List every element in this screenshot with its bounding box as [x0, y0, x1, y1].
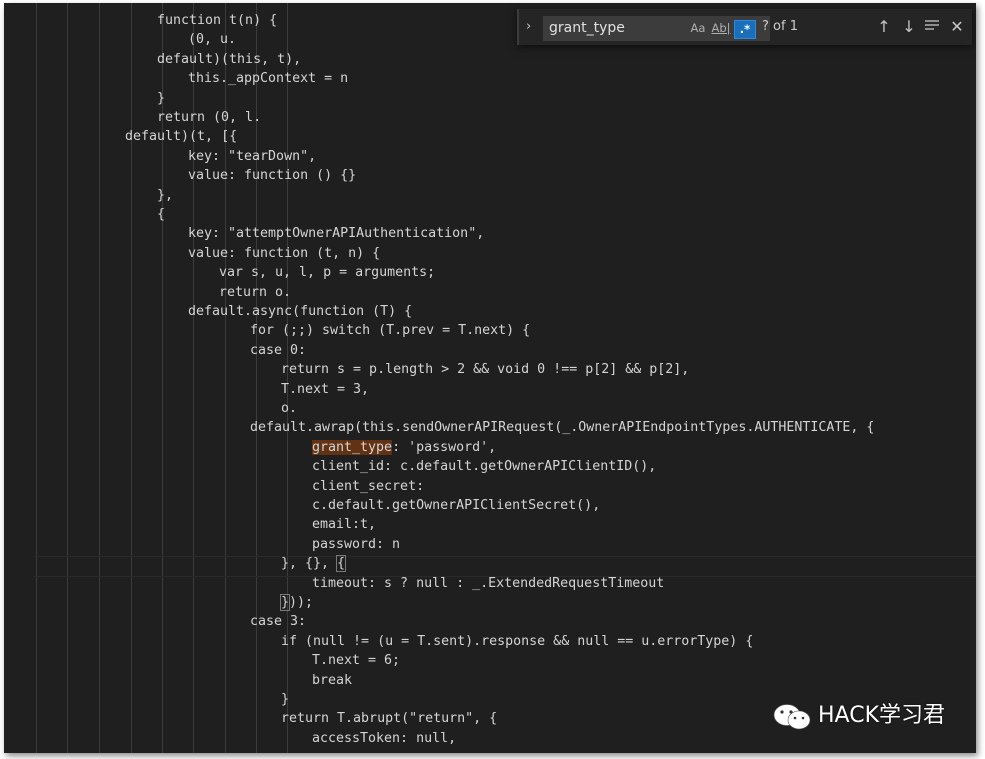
- code-token: if (null != (u = T.sent).response && nul…: [281, 633, 754, 649]
- code-token: key: "tearDown",: [188, 148, 317, 164]
- find-input-box[interactable]: grant_type Aa Ab| .*: [543, 16, 770, 41]
- code-token: value: function () {}: [188, 168, 357, 184]
- code-line[interactable]: default)(this, t),: [157, 50, 301, 69]
- bracket-match: }: [279, 594, 291, 611]
- code-token: return s = p.length > 2 && void 0 !== p[…: [281, 362, 690, 378]
- code-token: function t(n) {: [157, 13, 278, 28]
- code-token: value: function (t, n) {: [188, 245, 381, 261]
- code-token: }, {},: [281, 556, 338, 572]
- code-line[interactable]: accessToken: null,: [312, 729, 456, 748]
- search-match-highlight: grant_type: [312, 439, 393, 455]
- code-token: password: n: [312, 536, 401, 552]
- code-token: accessToken: null,: [312, 730, 457, 746]
- code-line[interactable]: return o.: [219, 283, 291, 302]
- find-input[interactable]: grant_type: [549, 19, 625, 38]
- code-line[interactable]: client_id: c.default.getOwnerAPIClientID…: [312, 457, 656, 476]
- code-line[interactable]: }: [157, 89, 165, 108]
- code-line[interactable]: break: [312, 671, 352, 690]
- code-line[interactable]: c.default.getOwnerAPIClientSecret(),: [312, 496, 600, 515]
- code-token: default.awrap(this.sendOwnerAPIRequest(_…: [250, 420, 875, 436]
- find-in-selection-icon[interactable]: [922, 17, 942, 37]
- regex-toggle[interactable]: .*: [734, 20, 756, 39]
- code-token: return o.: [219, 284, 292, 300]
- code-token: (0, u.: [188, 32, 237, 48]
- code-token: },: [157, 187, 174, 203]
- code-line[interactable]: this._appContext = n: [188, 69, 348, 88]
- arrow-down-icon[interactable]: ↓: [899, 17, 919, 37]
- code-line[interactable]: grant_type: 'password',: [312, 438, 496, 457]
- code-line[interactable]: }: [281, 690, 289, 709]
- code-token: default)(this, t),: [157, 51, 302, 67]
- code-line[interactable]: o.: [281, 399, 297, 418]
- code-line[interactable]: },: [157, 186, 173, 205]
- find-widget: › grant_type Aa Ab| .* ? of 1 ↑ ↓ ✕: [517, 9, 972, 45]
- code-line[interactable]: case 3:: [250, 612, 306, 631]
- code-line[interactable]: return T.abrupt("return", {: [281, 709, 497, 728]
- code-token: client_id: c.default.getOwnerAPIClientID…: [312, 459, 657, 475]
- code-line[interactable]: var s, u, l, p = arguments;: [219, 263, 435, 282]
- wechat-icon: [773, 704, 811, 730]
- code-line[interactable]: return s = p.length > 2 && void 0 !== p[…: [281, 360, 689, 379]
- code-token: this._appContext = n: [188, 71, 349, 87]
- code-line[interactable]: case 0:: [250, 341, 306, 360]
- whole-word-toggle[interactable]: Ab|: [711, 20, 731, 37]
- code-line[interactable]: T.next = 6;: [312, 651, 400, 670]
- code-line[interactable]: return (0, l.: [157, 108, 261, 127]
- watermark-text: HACK学习君: [818, 703, 945, 728]
- code-token: break: [312, 672, 353, 688]
- code-line[interactable]: key: "tearDown",: [188, 147, 316, 166]
- code-line[interactable]: password: n: [312, 535, 400, 554]
- arrow-up-icon[interactable]: ↑: [874, 17, 894, 37]
- code-token: for (;;) switch (T.prev = T.next) {: [250, 323, 531, 339]
- code-line[interactable]: client_secret:: [312, 477, 424, 496]
- match-case-toggle[interactable]: Aa: [688, 20, 708, 37]
- code-line[interactable]: if (null != (u = T.sent).response && nul…: [281, 632, 753, 651]
- code-token: : 'password',: [392, 439, 497, 455]
- code-line[interactable]: key: "attemptOwnerAPIAuthentication",: [188, 224, 484, 243]
- code-line[interactable]: {: [157, 205, 165, 224]
- close-icon[interactable]: ✕: [947, 17, 967, 37]
- code-line[interactable]: email:t,: [312, 515, 376, 534]
- find-result-count: ? of 1: [762, 19, 798, 34]
- code-token: case 3:: [250, 614, 307, 630]
- code-token: }: [281, 692, 290, 707]
- code-token: ));: [289, 595, 314, 610]
- code-line[interactable]: value: function (t, n) {: [188, 244, 380, 263]
- code-token: default)(t, [{: [125, 129, 238, 145]
- code-token: timeout: s ? null : _.ExtendedRequestTim…: [312, 575, 665, 591]
- code-line[interactable]: }, {}, {: [281, 554, 347, 573]
- code-line[interactable]: default)(t, [{: [125, 127, 237, 146]
- code-token: key: "attemptOwnerAPIAuthentication",: [188, 226, 485, 242]
- bracket-match: {: [336, 555, 347, 573]
- code-line[interactable]: T.next = 3,: [281, 380, 369, 399]
- code-token: case 0:: [250, 342, 307, 358]
- code-token: email:t,: [312, 517, 377, 533]
- code-token: default.async(function (T) {: [188, 304, 413, 319]
- code-line[interactable]: default.awrap(this.sendOwnerAPIRequest(_…: [250, 418, 874, 437]
- code-line[interactable]: for (;;) switch (T.prev = T.next) {: [250, 321, 530, 340]
- code-token: return (0, l.: [157, 110, 262, 125]
- code-token: o.: [281, 401, 298, 416]
- code-token: var s, u, l, p = arguments;: [219, 265, 436, 281]
- code-line[interactable]: value: function () {}: [188, 166, 356, 185]
- code-token: return T.abrupt("return", {: [281, 711, 498, 727]
- code-line[interactable]: default.async(function (T) {: [188, 302, 412, 321]
- chevron-right-icon[interactable]: ›: [526, 17, 540, 37]
- code-line[interactable]: function t(n) {: [157, 11, 277, 30]
- code-line[interactable]: timeout: s ? null : _.ExtendedRequestTim…: [312, 574, 664, 593]
- code-line[interactable]: (0, u.: [188, 30, 236, 49]
- code-editor[interactable]: function t(n) { (0, u. default)(this, t), t…: [4, 3, 976, 753]
- code-token: T.next = 6;: [312, 653, 401, 669]
- code-token: c.default.getOwnerAPIClientSecret(),: [312, 498, 601, 513]
- code-line[interactable]: }));: [279, 593, 314, 612]
- code-token: }: [157, 90, 166, 106]
- code-token: T.next = 3,: [281, 381, 370, 397]
- code-token: client_secret:: [312, 478, 425, 494]
- code-token: {: [157, 207, 166, 222]
